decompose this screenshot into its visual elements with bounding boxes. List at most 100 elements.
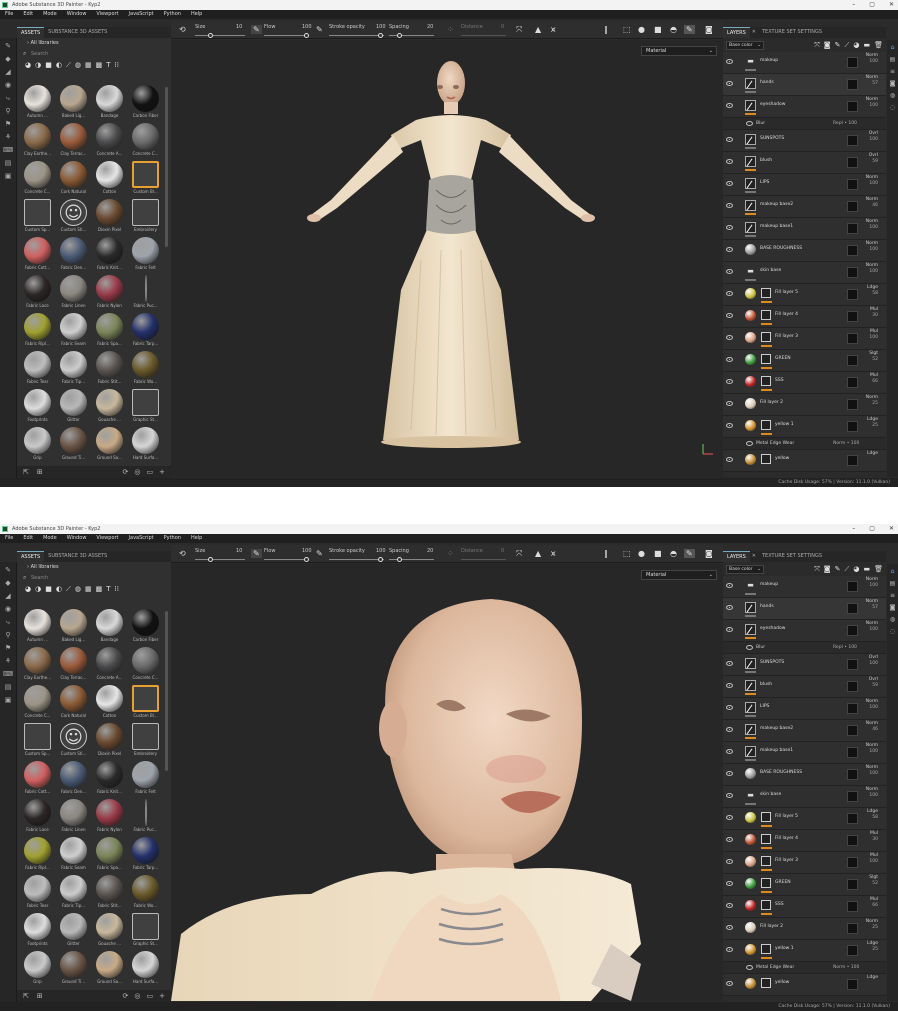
menu-help[interactable]: Help: [191, 10, 202, 19]
home-icon[interactable]: ⌂: [889, 44, 896, 51]
asset-thumbnail[interactable]: Custom Bl...: [129, 685, 162, 720]
add-folder-icon[interactable]: ▬: [863, 565, 870, 574]
bulb-icon[interactable]: ◌: [889, 104, 896, 111]
filter-generators-icon[interactable]: ▩: [96, 585, 103, 593]
asset-thumbnail[interactable]: Fabric Seam: [57, 313, 90, 348]
layer-mask-slot[interactable]: [847, 201, 858, 212]
layer-mask-slot[interactable]: [847, 355, 858, 366]
layer-blend[interactable]: Slgt 52: [860, 351, 878, 363]
layer-blend[interactable]: Norm 46: [860, 197, 878, 209]
layer-blend[interactable]: Norm 100: [860, 175, 878, 187]
layer-blend[interactable]: Norm 100: [860, 97, 878, 109]
layer-blend[interactable]: Mul 66: [860, 897, 878, 909]
tab-layers[interactable]: LAYERS: [723, 551, 750, 562]
layer-blend[interactable]: Norm 25: [860, 919, 878, 931]
asset-thumbnail[interactable]: Grip: [21, 427, 54, 462]
layer-mask-slot[interactable]: [847, 703, 858, 714]
stroke-opacity-value[interactable]: 100: [376, 548, 386, 554]
asset-thumbnail[interactable]: Concrete A...: [93, 647, 126, 682]
bulb-icon[interactable]: ◌: [889, 628, 896, 635]
layer-blend[interactable]: Ldge 58: [860, 809, 878, 821]
pressure-icon[interactable]: ✎: [251, 549, 262, 558]
layer-row[interactable]: Fill layer 3 Mul 100: [723, 328, 886, 350]
asset-thumbnail[interactable]: Ground Ti...: [57, 427, 90, 462]
filter-textures-icon[interactable]: ■: [45, 585, 52, 593]
visibility-eye-icon[interactable]: [726, 903, 733, 908]
layer-row[interactable]: LIPS Norm 100: [723, 698, 886, 720]
layer-mask-slot[interactable]: [847, 857, 858, 868]
browse-icon[interactable]: ⊞: [37, 466, 43, 478]
asset-thumbnail[interactable]: Concrete C...: [129, 123, 162, 158]
3d-viewport[interactable]: Material ⌄: [171, 564, 723, 1001]
asset-thumbnail[interactable]: Custom Sp...: [21, 723, 54, 758]
layer-row[interactable]: Fill layer 3 Mul 100: [723, 852, 886, 874]
text-tool-icon[interactable]: ⌨: [3, 669, 14, 679]
lazy-mouse-icon[interactable]: ⁘: [447, 25, 454, 34]
layer-blend[interactable]: Norm 100: [860, 699, 878, 711]
add-icon[interactable]: +: [159, 466, 165, 478]
channel-select[interactable]: Base color ⌄: [726, 564, 764, 574]
filter-environments-icon[interactable]: ◍: [75, 585, 81, 593]
layer-blend[interactable]: Ldge 25: [860, 941, 878, 953]
grid-view-icon[interactable]: ⁞⁞: [115, 585, 119, 593]
visibility-eye-icon[interactable]: [726, 81, 733, 86]
layer-row[interactable]: Fill layer 4 Mul 30: [723, 306, 886, 328]
layer-row[interactable]: BASE ROUGHNESS Norm 100: [723, 240, 886, 262]
layer-mask-slot[interactable]: [847, 769, 858, 780]
asset-thumbnail[interactable]: Embroidery: [129, 199, 162, 234]
asset-thumbnail[interactable]: Clay Earthe...: [21, 123, 54, 158]
paint-mode-icon[interactable]: ✎: [684, 25, 695, 34]
add-icon[interactable]: +: [159, 990, 165, 1002]
menu-mode[interactable]: Mode: [43, 10, 57, 19]
layer-mask-slot[interactable]: [847, 835, 858, 846]
asset-thumbnail[interactable]: Fabric Lace: [21, 799, 54, 834]
asset-thumbnail[interactable]: Cotton: [93, 161, 126, 196]
size-slider[interactable]: [195, 559, 245, 560]
browse-icon[interactable]: ⊞: [37, 990, 43, 1002]
add-mask-icon[interactable]: ◙: [824, 41, 831, 50]
asset-thumbnail[interactable]: Fabric Tarp...: [129, 837, 162, 872]
asset-thumbnail[interactable]: Glitter: [57, 389, 90, 424]
asset-thumbnail[interactable]: Fabric Tip...: [57, 351, 90, 386]
camera-icon[interactable]: ■: [654, 549, 662, 558]
camera-icon[interactable]: ■: [654, 25, 662, 34]
visibility-eye-icon[interactable]: [726, 925, 733, 930]
projection-icon[interactable]: ◢: [3, 67, 14, 77]
add-fill-layer-icon[interactable]: ⟋: [844, 41, 849, 50]
asset-thumbnail[interactable]: Fabric Den...: [57, 761, 90, 796]
asset-thumbnail[interactable]: Fabric Tear: [21, 875, 54, 910]
asset-thumbnail[interactable]: Fabric Knit...: [93, 761, 126, 796]
light-icon[interactable]: ◓: [670, 25, 677, 34]
close-tab-icon[interactable]: ✕: [750, 27, 758, 38]
visibility-eye-icon[interactable]: [726, 313, 733, 318]
layer-row[interactable]: Metal Edge Wear Norm • 100: [723, 962, 886, 974]
visibility-eye-icon[interactable]: [726, 981, 733, 986]
add-paint-layer-icon[interactable]: ✎: [835, 41, 841, 50]
layer-mask-slot[interactable]: [847, 603, 858, 614]
filter-smart-materials-icon[interactable]: ◑: [35, 61, 41, 69]
add-effect-icon[interactable]: ⤧: [814, 565, 820, 574]
visibility-eye-icon[interactable]: [726, 881, 733, 886]
asset-thumbnail[interactable]: Clay Terrac...: [57, 123, 90, 158]
layer-blend[interactable]: Norm 100: [860, 219, 878, 231]
menu-python[interactable]: Python: [164, 534, 181, 543]
layer-mask-slot[interactable]: [847, 101, 858, 112]
visibility-eye-icon[interactable]: [726, 203, 733, 208]
menu-help[interactable]: Help: [191, 534, 202, 543]
layer-mask-slot[interactable]: [847, 725, 858, 736]
layer-blend[interactable]: Norm 100: [860, 577, 878, 589]
layer-blend[interactable]: Norm 100: [860, 263, 878, 275]
layer-blend[interactable]: Norm 100: [860, 787, 878, 799]
layer-mask-slot[interactable]: [847, 813, 858, 824]
delete-layer-icon[interactable]: 🗑: [874, 565, 883, 574]
brush-settings-icon[interactable]: ⟲: [179, 549, 186, 558]
menu-file[interactable]: File: [5, 534, 13, 543]
filter-textures-icon[interactable]: ■: [45, 61, 52, 69]
layer-row[interactable]: ▬ skin base Norm 100: [723, 262, 886, 284]
shader-icon[interactable]: ◍: [889, 616, 896, 623]
grid-view-icon[interactable]: ⁞⁞: [115, 61, 119, 69]
visibility-eye-icon[interactable]: [746, 965, 753, 970]
asset-thumbnail[interactable]: Cork Natural: [57, 161, 90, 196]
layer-row[interactable]: SSS Mul 66: [723, 896, 886, 918]
asset-thumbnail[interactable]: Clay Earthe...: [21, 647, 54, 682]
